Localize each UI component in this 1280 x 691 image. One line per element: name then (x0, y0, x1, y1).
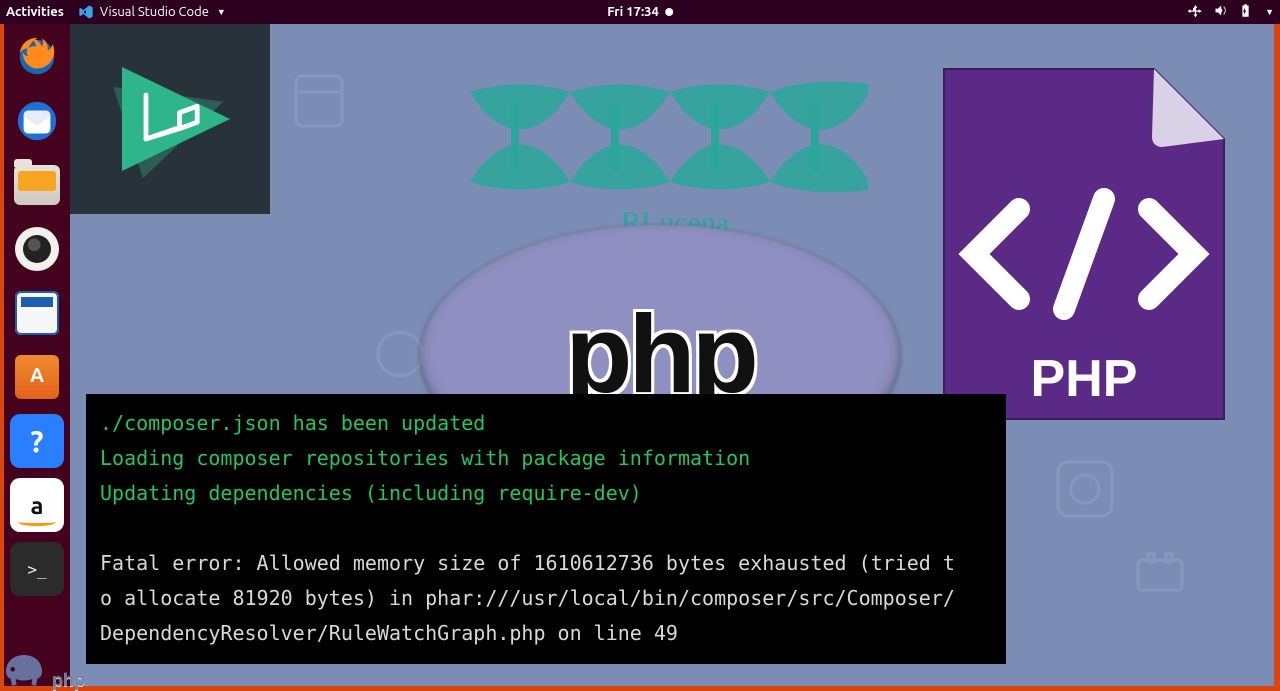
system-menu-chevron-icon[interactable]: ▼ (1263, 7, 1274, 17)
active-app-name: Visual Studio Code (100, 5, 209, 19)
watermark-text: php (52, 670, 85, 691)
window-border-right (1274, 24, 1280, 691)
dock-files[interactable] (10, 158, 64, 212)
volume-icon[interactable] (1213, 3, 1228, 21)
dock-amazon[interactable]: a (10, 478, 64, 532)
gnome-topbar: Activities Visual Studio Code ▼ Fri 17:3… (0, 0, 1280, 24)
chevron-down-icon: ▼ (215, 7, 226, 17)
dock-ubuntu-software[interactable] (10, 350, 64, 404)
battery-icon[interactable] (1238, 3, 1253, 21)
activities-button[interactable]: Activities (6, 5, 64, 19)
terminal-error-line: DependencyResolver/RuleWatchGraph.php on… (100, 621, 678, 645)
dock-thunderbird[interactable] (10, 94, 64, 148)
network-icon[interactable] (1188, 3, 1203, 21)
dna-helix-icon (460, 72, 890, 202)
dock-help[interactable]: ? (10, 414, 64, 468)
desktop-wallpaper: RLucena php PHP ./composer.json has been… (70, 24, 1274, 686)
terminal-error-line: o allocate 81920 bytes) in phar:///usr/l… (100, 586, 955, 610)
laravel-play-icon (90, 39, 250, 199)
clock-text: Fri 17:34 (607, 5, 659, 19)
ubuntu-dock: ? a >_ (4, 24, 70, 686)
clock[interactable]: Fri 17:34 (607, 5, 673, 19)
notification-dot-icon (665, 8, 673, 16)
window-border-bottom (0, 686, 1280, 691)
dock-firefox[interactable] (10, 30, 64, 84)
vscode-icon (78, 4, 94, 20)
laravel-logo-tile (70, 24, 270, 214)
active-app-menu[interactable]: Visual Studio Code ▼ (78, 4, 226, 20)
terminal-line: Loading composer repositories with packa… (100, 446, 750, 470)
php-file-card: PHP (934, 59, 1234, 429)
dock-libreoffice-writer[interactable] (10, 286, 64, 340)
elephpant-icon (0, 649, 48, 691)
terminal-line: ./composer.json has been updated (100, 411, 485, 435)
php-watermark: php (0, 649, 85, 691)
dock-terminal[interactable]: >_ (10, 542, 64, 596)
window-border-left (0, 24, 4, 691)
terminal-error-line: Fatal error: Allowed memory size of 1610… (100, 551, 955, 575)
terminal-output: ./composer.json has been updated Loading… (86, 394, 1006, 664)
dock-rhythmbox[interactable] (10, 222, 64, 276)
terminal-line: Updating dependencies (including require… (100, 481, 642, 505)
